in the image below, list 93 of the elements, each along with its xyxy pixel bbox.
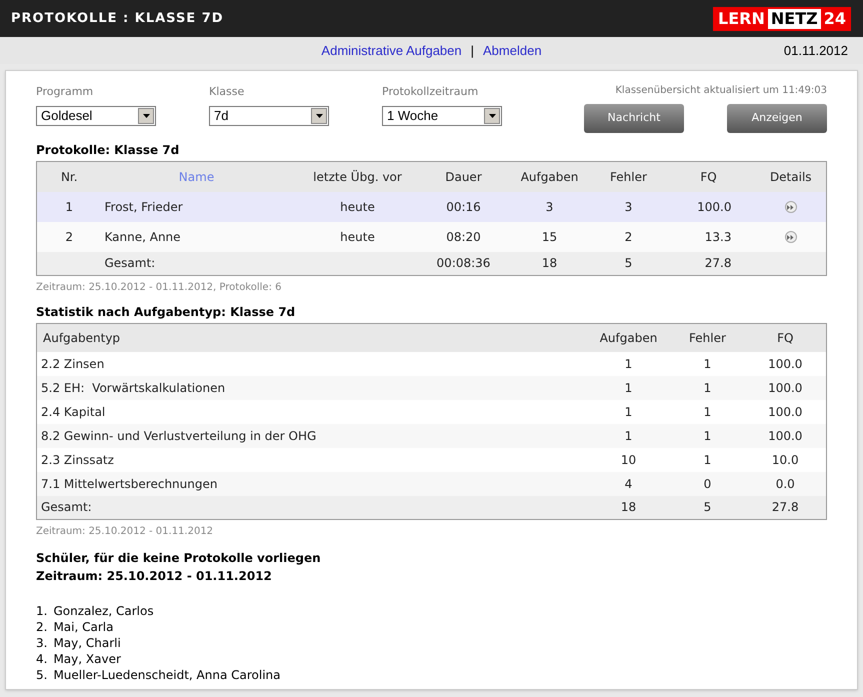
column-header: letzte Übg. vor [292, 162, 424, 192]
table-cell: 27.8 [744, 496, 826, 520]
table-cell: 1 [670, 400, 744, 424]
table-cell: 13.3 [662, 222, 756, 252]
student-name: Mai, Carla [53, 619, 114, 636]
student-name: May, Xaver [53, 651, 121, 668]
table-row[interactable]: 1 Frost, Frieder heute 00:16 3 3 100.0 [36, 192, 826, 222]
table-cell: 100.0 [744, 376, 826, 400]
table-cell: 2 [596, 222, 662, 252]
table-cell: 1 [586, 424, 670, 448]
table-cell: 27.8 [662, 252, 756, 276]
page-title: PROTOKOLLE : KLASSE 7D [11, 10, 224, 28]
column-header: Fehler [596, 162, 662, 192]
table-cell: 5 [670, 496, 744, 520]
action-button[interactable]: Nachricht [584, 104, 684, 133]
table-cell: heute [292, 222, 424, 252]
table-cell: 08:20 [424, 222, 504, 252]
logo: LERN NETZ 24 [713, 6, 851, 30]
nav-link[interactable]: Administrative Aufgaben [321, 40, 462, 60]
table-cell: 15 [504, 222, 596, 252]
table-row[interactable]: 2 Kanne, Anne heute 08:20 15 2 13.3 [36, 222, 826, 252]
column-header: FQ [744, 324, 826, 352]
column-header: Aufgaben [504, 162, 596, 192]
nav-separator: | [470, 42, 474, 60]
table-cell: 2.3 Zinssatz [36, 448, 586, 472]
table-cell: 1 [670, 424, 744, 448]
table-cell: 1 [36, 192, 102, 222]
table-note: Zeitraum: 25.10.2012 - 01.11.2012 [36, 525, 214, 539]
column-header: Nr. [36, 162, 102, 192]
table-cell: Gesamt: [36, 496, 586, 520]
section-subtitle: Zeitraum: 25.10.2012 - 01.11.2012 [36, 568, 273, 585]
table-cell: 100.0 [744, 352, 826, 376]
table-cell: 00:16 [424, 192, 504, 222]
table-cell: 3 [504, 192, 596, 222]
student-name: May, Charli [53, 635, 121, 652]
table-note: Zeitraum: 25.10.2012 - 01.11.2012, Protokolle: 6 [36, 281, 282, 295]
field-label: Protokollzeitraum [382, 84, 480, 100]
list-number: 1. [36, 603, 48, 620]
table-cell: 18 [504, 252, 596, 276]
list-number: 2. [36, 619, 48, 636]
dropdown[interactable]: 7d [209, 106, 329, 126]
details-icon[interactable] [784, 201, 797, 214]
column-header: Fehler [670, 324, 744, 352]
dropdown[interactable]: Goldesel [36, 106, 156, 126]
date-text: 01.11.2012 [784, 42, 848, 60]
table-cell: 5 [596, 252, 662, 276]
table-cell: 2 [36, 222, 102, 252]
table-cell: 100.0 [744, 424, 826, 448]
section-title: Protokolle: Klasse 7d [36, 142, 180, 159]
section-title: Schüler, für die keine Protokolle vorliegen [36, 550, 322, 567]
table-cell: 100.0 [662, 192, 756, 222]
nav-link[interactable]: Abmelden [483, 40, 542, 60]
table-cell: 5.2 EH: Vorwärtskalkulationen [36, 376, 586, 400]
table-cell: 1 [586, 400, 670, 424]
table-cell: 7.1 Mittelwertsberechnungen [36, 472, 586, 496]
student-name: Mueller-Luedenscheidt, Anna Carolina [53, 667, 280, 684]
table-cell: Frost, Frieder [102, 192, 292, 222]
table-cell: 1 [586, 352, 670, 376]
table-cell: 00:08:36 [424, 252, 504, 276]
table-cell: 1 [670, 448, 744, 472]
field-label: Programm [36, 84, 94, 100]
table-cell: 4 [586, 472, 670, 496]
update-note: Klassenübersicht aktualisiert um 11:49:03 [615, 84, 827, 98]
table-cell: 100.0 [744, 400, 826, 424]
column-header: Dauer [424, 162, 504, 192]
student-name: Gonzalez, Carlos [53, 603, 154, 620]
column-header: Aufgabentyp [36, 324, 586, 352]
column-header: FQ [662, 162, 756, 192]
table-cell: 1 [670, 376, 744, 400]
table-cell: 1 [670, 352, 744, 376]
table-cell: heute [292, 192, 424, 222]
table-cell: 3 [596, 192, 662, 222]
action-button[interactable]: Anzeigen [727, 104, 827, 133]
table-cell: 1 [586, 376, 670, 400]
table-cell: 18 [586, 496, 670, 520]
table-cell: 10 [586, 448, 670, 472]
dropdown[interactable]: 1 Woche [382, 106, 502, 126]
table-cell: 8.2 Gewinn- und Verlustverteilung in der OHG [36, 424, 586, 448]
table-cell: 10.0 [744, 448, 826, 472]
section-title: Statistik nach Aufgabentyp: Klasse 7d [36, 304, 296, 321]
list-number: 3. [36, 635, 48, 652]
table-cell: Gesamt: [102, 252, 292, 276]
table-cell: 2.2 Zinsen [36, 352, 586, 376]
table-cell: 0.0 [744, 472, 826, 496]
list-number: 5. [36, 667, 48, 684]
table-cell: 0 [670, 472, 744, 496]
field-label: Klasse [209, 84, 246, 100]
list-number: 4. [36, 651, 48, 668]
details-icon[interactable] [784, 231, 797, 244]
column-header: Aufgaben [586, 324, 670, 352]
column-header: Details [756, 162, 826, 192]
table-cell: 2.4 Kapital [36, 400, 586, 424]
table-cell: Kanne, Anne [102, 222, 292, 252]
